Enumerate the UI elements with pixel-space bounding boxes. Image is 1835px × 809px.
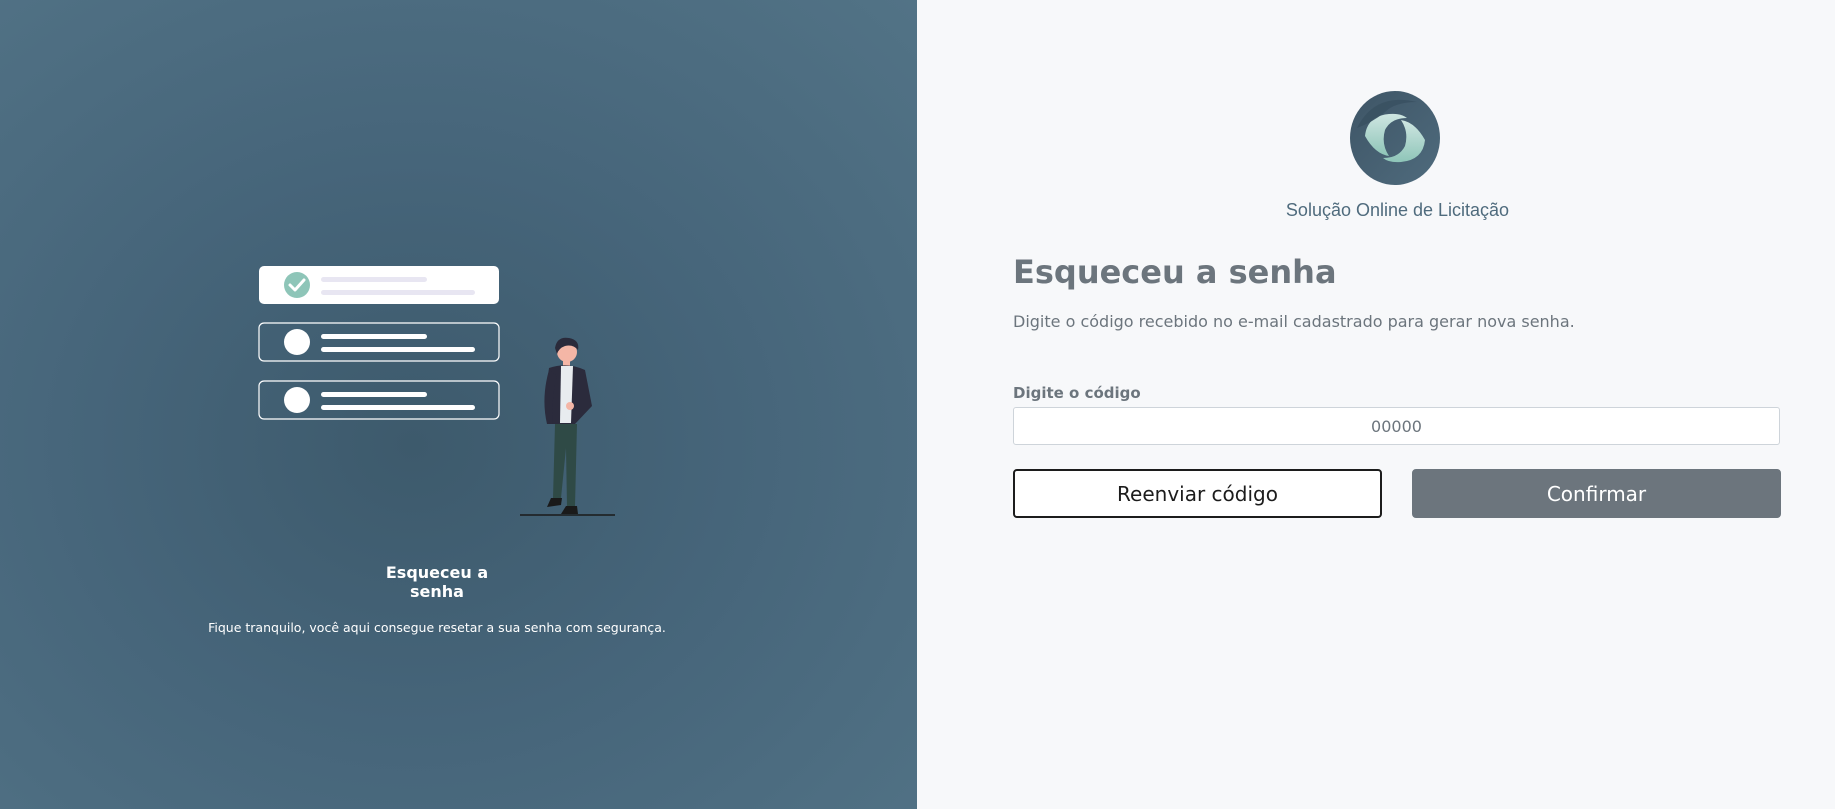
checklist-card	[258, 380, 500, 420]
person-checklist-illustration	[258, 266, 615, 516]
resend-code-button[interactable]: Reenviar código	[1013, 469, 1382, 518]
checklist-card	[258, 322, 500, 362]
s-swirl-logo-icon	[1350, 91, 1440, 185]
illustration-panel: Esqueceu a senha Fique tranquilo, você a…	[0, 0, 917, 809]
checklist-card-checked	[259, 266, 499, 304]
confirm-button[interactable]: Confirmar	[1412, 469, 1781, 518]
brand-name: Solução Online de Licitação	[1285, 200, 1510, 220]
checkmark-icon	[284, 272, 310, 298]
illustration-title: Esqueceu a senha	[0, 563, 874, 601]
standing-person-figure	[520, 337, 615, 516]
page-title: Esqueceu a senha	[1013, 253, 1337, 291]
page-description: Digite o código recebido no e-mail cadas…	[1013, 312, 1575, 331]
code-input[interactable]	[1013, 407, 1780, 445]
illustration-subtitle: Fique tranquilo, você aqui consegue rese…	[208, 620, 666, 635]
code-field-label: Digite o código	[1013, 384, 1141, 402]
illustration-title-line2: senha	[410, 582, 464, 601]
illustration-title-line1: Esqueceu a	[385, 563, 489, 582]
forgot-password-page: Esqueceu a senha Fique tranquilo, você a…	[0, 0, 1835, 809]
